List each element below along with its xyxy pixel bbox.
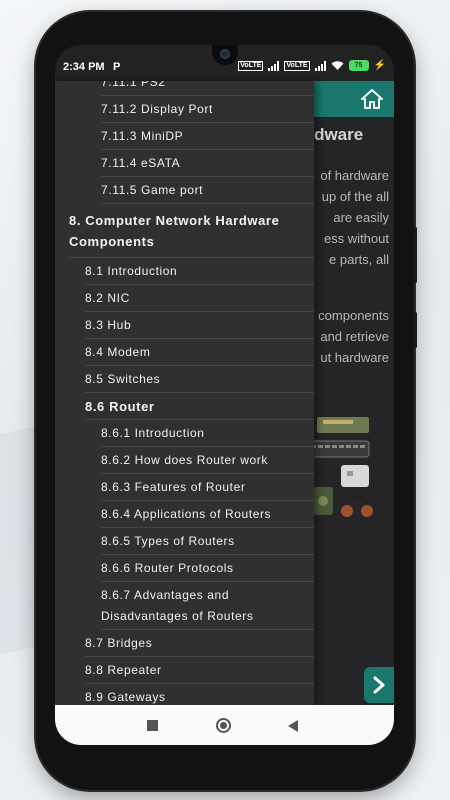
- drawer-chapter-8[interactable]: 8. Computer Network Hardware Components: [55, 204, 314, 258]
- signal-icon-2: [314, 60, 326, 71]
- article-paragraph-2: components and retrieve ut hardware: [305, 305, 389, 368]
- wifi-icon: [331, 60, 344, 70]
- home-circle-icon[interactable]: [216, 718, 231, 733]
- drawer-item-8-9[interactable]: 8.9 Gateways: [55, 684, 314, 705]
- text-line: e parts, all: [329, 252, 389, 267]
- text-line: up of the all: [321, 189, 389, 204]
- drawer-item-8-3[interactable]: 8.3 Hub: [55, 312, 314, 339]
- volte-icon: VoLTE: [238, 60, 264, 71]
- battery-icon: 75: [348, 60, 369, 71]
- drawer-item-7-11-2[interactable]: 7.11.2 Display Port: [55, 96, 314, 123]
- drawer-item-8-2[interactable]: 8.2 NIC: [55, 285, 314, 312]
- drawer-item-8-8[interactable]: 8.8 Repeater: [55, 657, 314, 684]
- phone-screen: 2:34 PM P VoLTE VoLTE 75 ⚡ ardware of ha…: [55, 45, 394, 745]
- navigation-drawer: 7.11.1 PS2 7.11.2 Display Port 7.11.3 Mi…: [55, 81, 314, 705]
- drawer-list: 7.11.1 PS2 7.11.2 Display Port 7.11.3 Mi…: [55, 81, 314, 705]
- drawer-item-8-6-1[interactable]: 8.6.1 Introduction: [55, 420, 314, 447]
- charging-icon: ⚡: [373, 60, 386, 71]
- system-nav-bar: [55, 705, 394, 745]
- recents-square-icon[interactable]: [147, 720, 158, 731]
- status-time: 2:34 PM: [63, 61, 105, 73]
- drawer-item-8-5[interactable]: 8.5 Switches: [55, 366, 314, 393]
- signal-icon: [268, 60, 280, 71]
- text-line: of hardware: [320, 168, 389, 183]
- article-paragraph-1: of hardware up of the all are easily ess…: [305, 165, 389, 270]
- drawer-item-7-11-1[interactable]: 7.11.1 PS2: [55, 81, 314, 96]
- home-icon[interactable]: [360, 87, 384, 111]
- text-line: ut hardware: [320, 350, 389, 365]
- text-line: ess without: [323, 231, 389, 246]
- drawer-item-8-6-5[interactable]: 8.6.5 Types of Routers: [55, 528, 314, 555]
- drawer-item-8-6-2[interactable]: 8.6.2 How does Router work: [55, 447, 314, 474]
- hardware-illustration: [307, 417, 373, 517]
- power-button: [414, 312, 417, 348]
- drawer-item-8-6-6[interactable]: 8.6.6 Router Protocols: [55, 555, 314, 582]
- drawer-item-8-6-7[interactable]: 8.6.7 Advantages and Disadvantages of Ro…: [55, 582, 314, 630]
- drawer-item-7-11-5[interactable]: 7.11.5 Game port: [55, 177, 314, 204]
- chevron-right-icon: [373, 676, 385, 694]
- text-line: and retrieve: [320, 329, 389, 344]
- text-line: are easily: [333, 210, 389, 225]
- drawer-item-8-6[interactable]: 8.6 Router: [55, 393, 314, 420]
- drawer-item-8-6-4[interactable]: 8.6.4 Applications of Routers: [55, 501, 314, 528]
- p-notification-icon: P: [113, 61, 121, 73]
- volte-icon-2: VoLTE: [284, 60, 310, 71]
- drawer-item-7-11-4[interactable]: 7.11.4 eSATA: [55, 150, 314, 177]
- text-line: components: [318, 308, 389, 323]
- drawer-item-8-1[interactable]: 8.1 Introduction: [55, 258, 314, 285]
- status-icons: VoLTE VoLTE 75 ⚡: [238, 60, 386, 71]
- drawer-item-7-11-3[interactable]: 7.11.3 MiniDP: [55, 123, 314, 150]
- volume-button: [414, 227, 417, 283]
- drawer-item-8-7[interactable]: 8.7 Bridges: [55, 630, 314, 657]
- drawer-item-8-4[interactable]: 8.4 Modem: [55, 339, 314, 366]
- next-page-button[interactable]: [364, 667, 394, 703]
- drawer-item-8-6-3[interactable]: 8.6.3 Features of Router: [55, 474, 314, 501]
- back-triangle-icon[interactable]: [288, 720, 298, 732]
